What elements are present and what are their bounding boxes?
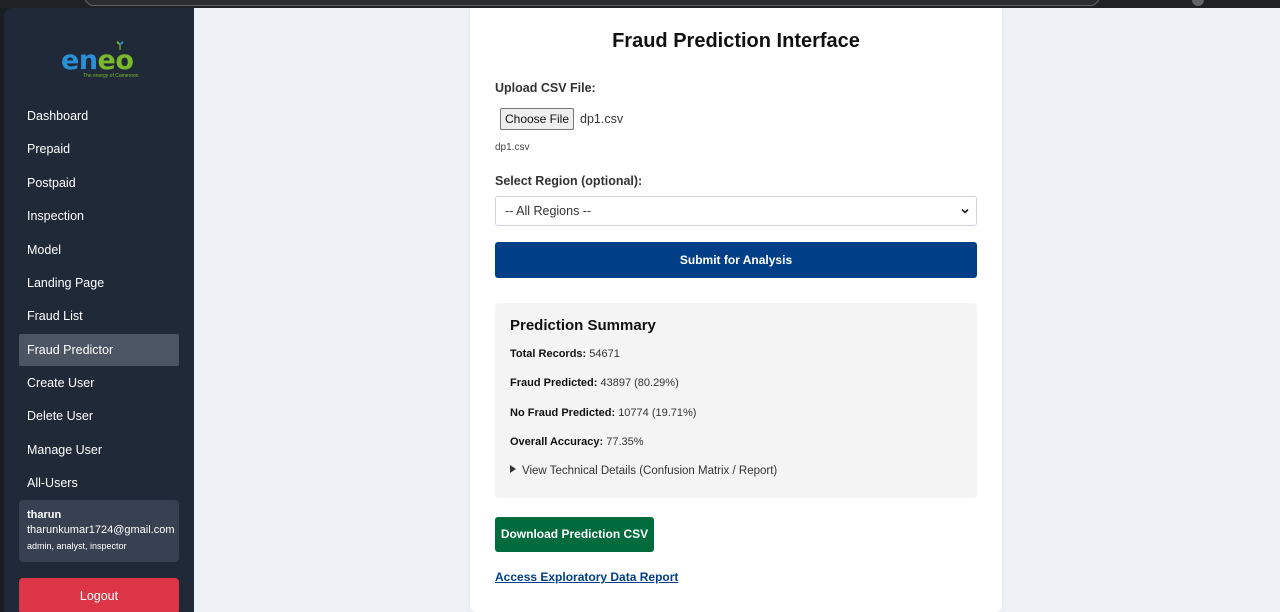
sidebar-item-postpaid[interactable]: Postpaid	[19, 167, 179, 199]
main-area: Fraud Prediction Interface Upload CSV Fi…	[194, 8, 1280, 612]
address-bar[interactable]	[84, 0, 1100, 6]
sidebar-item-manage-user[interactable]: Manage User	[19, 434, 179, 466]
eneo-logo: eneo The energy of Cameroon	[61, 41, 151, 86]
summary-overall-accuracy: Overall Accuracy: 77.35%	[510, 436, 644, 448]
chevron-down-icon	[961, 208, 969, 214]
profile-icon[interactable]	[1192, 0, 1204, 6]
region-label: Select Region (optional):	[495, 174, 643, 188]
user-roles: admin, analyst, inspector	[27, 541, 127, 551]
sidebar: eneo The energy of Cameroon Dashboard Pr…	[4, 8, 194, 612]
sidebar-item-prepaid[interactable]: Prepaid	[19, 133, 179, 165]
upload-label: Upload CSV File:	[495, 81, 596, 95]
sidebar-item-landing-page[interactable]: Landing Page	[19, 267, 179, 299]
download-prediction-csv-button[interactable]: Download Prediction CSV	[495, 517, 654, 552]
user-name: tharun	[27, 509, 62, 521]
prediction-summary-panel: Prediction Summary Total Records: 54671 …	[495, 303, 977, 498]
chosen-file-name: dp1.csv	[580, 112, 624, 126]
logo-tagline: The energy of Cameroon	[83, 73, 139, 79]
user-email: tharunkumar1724@gmail.com	[27, 524, 175, 536]
summary-heading: Prediction Summary	[510, 317, 656, 334]
summary-no-fraud-predicted: No Fraud Predicted: 10774 (19.71%)	[510, 407, 697, 419]
region-selected-value: -- All Regions --	[505, 204, 592, 218]
page-title: Fraud Prediction Interface	[612, 30, 860, 52]
sidebar-item-create-user[interactable]: Create User	[19, 367, 179, 399]
summary-total-records: Total Records: 54671	[510, 348, 620, 360]
sidebar-item-dashboard[interactable]: Dashboard	[19, 100, 179, 132]
logo-word: eneo	[61, 45, 134, 76]
technical-details-toggle[interactable]: View Technical Details (Confusion Matrix…	[510, 465, 777, 477]
choose-file-button[interactable]: Choose File	[500, 108, 574, 130]
user-card: tharun tharunkumar1724@gmail.com admin, …	[19, 500, 179, 562]
sidebar-item-fraud-predictor[interactable]: Fraud Predictor	[19, 334, 179, 366]
prediction-card: Fraud Prediction Interface Upload CSV Fi…	[470, 8, 1002, 612]
logout-button[interactable]: Logout	[19, 578, 179, 612]
sidebar-item-fraud-list[interactable]: Fraud List	[19, 300, 179, 332]
sidebar-item-model[interactable]: Model	[19, 234, 179, 266]
region-select[interactable]: -- All Regions --	[495, 196, 977, 226]
sidebar-item-inspection[interactable]: Inspection	[19, 200, 179, 232]
exploratory-report-link[interactable]: Access Exploratory Data Report	[495, 570, 678, 584]
sidebar-item-all-users[interactable]: All-Users	[19, 467, 179, 499]
uploaded-file-note: dp1.csv	[495, 142, 530, 153]
browser-top-strip	[0, 0, 1280, 8]
sidebar-item-delete-user[interactable]: Delete User	[19, 400, 179, 432]
summary-fraud-predicted: Fraud Predicted: 43897 (80.29%)	[510, 377, 679, 389]
submit-analysis-button[interactable]: Submit for Analysis	[495, 242, 977, 278]
disclosure-triangle-icon	[510, 465, 516, 473]
